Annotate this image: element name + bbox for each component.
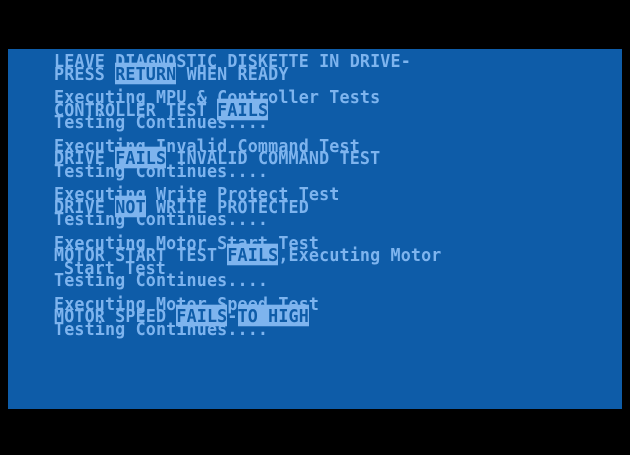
prompt-press-text: PRESS: [54, 62, 116, 84]
mpu-test-status: Testing Continues....: [54, 112, 622, 130]
motor-start-status-text: Testing Continues....: [54, 268, 269, 291]
mpu-status-text: Testing Continues....: [54, 110, 269, 133]
write-protect-test-status: Testing Continues....: [54, 209, 622, 227]
return-key-label: RETURN: [115, 62, 177, 84]
motor-speed-test-status: Testing Continues....: [54, 319, 622, 337]
motor-speed-status-text: Testing Continues....: [54, 317, 269, 339]
prompt-line-2: PRESS RETURN WHEN READY: [54, 62, 622, 84]
invalid-command-test-status: Testing Continues....: [54, 161, 622, 179]
display-frame: LEAVE DIAGNOSTIC DISKETTE IN DRIVE- PRES…: [0, 0, 630, 455]
write-protect-status-text: Testing Continues....: [54, 207, 269, 230]
diagnostic-screen: LEAVE DIAGNOSTIC DISKETTE IN DRIVE- PRES…: [8, 49, 622, 409]
motor-start-test-status: Testing Continues....: [54, 270, 622, 288]
invalid-command-status-text: Testing Continues....: [54, 159, 269, 181]
prompt-when-ready-text: WHEN READY: [176, 62, 289, 84]
